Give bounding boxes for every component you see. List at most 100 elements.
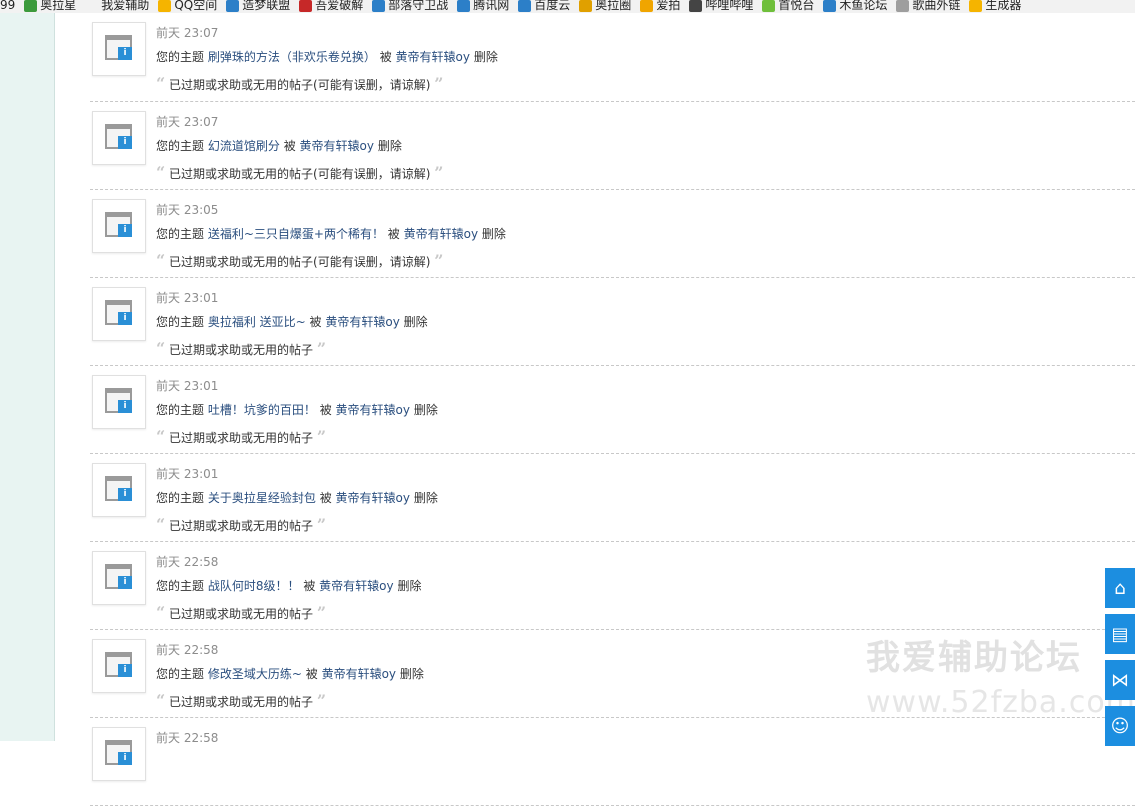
notification-item: i 前天 23:07 您的主题 幻流道馆刷分 被 黄帝有轩辕oy 删除 “ 已过期或求…: [90, 102, 1135, 190]
topic-link[interactable]: 吐槽！坑爹的百田！: [208, 403, 316, 417]
user-link[interactable]: 黄帝有轩辕oy: [300, 139, 374, 153]
watermark-title: 我爱辅助论坛: [866, 638, 1082, 678]
system-notice-avatar: i: [92, 287, 146, 341]
notification-time: 前天 23:05: [156, 203, 219, 217]
star-icon: [158, 0, 172, 12]
m-icon: [823, 0, 837, 12]
topic-link[interactable]: 送福利~三只自爆蛋+两个稀有！: [208, 227, 384, 241]
open-quote-icon: “: [156, 603, 166, 622]
bookmark-item[interactable]: 吾爱破解: [299, 0, 363, 13]
notification-reason: “ 已过期或求助或无用的帖子 ”: [156, 605, 326, 622]
topic-link[interactable]: 关于奥拉星经验封包: [208, 491, 316, 505]
notification-time: 前天 23:01: [156, 379, 219, 393]
notification-item: i 前天 23:01 您的主题 关于奥拉星经验封包 被 黄帝有轩辕oy 删除 “ 已过…: [90, 454, 1135, 542]
action-text: 删除: [399, 667, 424, 681]
left-sidebar: [0, 13, 55, 741]
bookmark-item[interactable]: 首悦台: [762, 0, 814, 13]
bookmark-label: 生成器: [985, 0, 1022, 12]
reason-text: 已过期或求助或无用的帖子: [169, 343, 314, 357]
tv-icon: [689, 0, 703, 12]
notification-text: 您的主题 修改圣域大历练~ 被 黄帝有轩辕oy 删除: [156, 665, 424, 682]
document-button[interactable]: ▤: [1105, 614, 1135, 654]
bookmark-label: 造梦联盟: [242, 0, 291, 12]
reason-text: 已过期或求助或无用的帖子: [169, 607, 314, 621]
bookmark-label: 歌曲外链: [912, 0, 961, 12]
prefix-text: 您的主题: [156, 403, 205, 417]
bookmark-item[interactable]: 爱拍: [640, 0, 680, 13]
notification-time: 前天 23:01: [156, 291, 219, 305]
reason-text: 已过期或求助或无用的帖子(可能有误删，请谅解): [169, 255, 431, 269]
by-text: 被: [309, 315, 322, 329]
bookmark-item[interactable]: 腾讯网: [457, 0, 509, 13]
notification-reason: “ 已过期或求助或无用的帖子(可能有误删，请谅解) ”: [156, 76, 443, 93]
bookmark-item[interactable]: 造梦联盟: [226, 0, 290, 13]
close-quote-icon: ”: [434, 163, 444, 182]
action-text: 删除: [397, 579, 422, 593]
action-text: 删除: [377, 139, 402, 153]
topic-link[interactable]: 刷弹珠的方法（非欢乐卷兑换）: [208, 50, 376, 64]
user-link[interactable]: 黄帝有轩辕oy: [336, 491, 410, 505]
bookmark-item[interactable]: 奥拉星: [24, 0, 76, 13]
reason-text: 已过期或求助或无用的帖子: [169, 519, 314, 533]
bookmark-label: 奥拉星: [40, 0, 77, 12]
system-notice-avatar: i: [92, 22, 146, 76]
window-info-icon: i: [105, 564, 132, 589]
grid-icon: [226, 0, 240, 12]
action-text: 删除: [473, 50, 498, 64]
user-icon: ☺: [1110, 715, 1130, 737]
bookmark-item[interactable]: 百度云: [518, 0, 570, 13]
user-link[interactable]: 黄帝有轩辕oy: [322, 667, 396, 681]
bookmark-item[interactable]: 歌曲外链: [896, 0, 960, 13]
bookmark-label: 木鱼论坛: [839, 0, 888, 12]
notification-reason: “ 已过期或求助或无用的帖子 ”: [156, 693, 326, 710]
close-quote-icon: ”: [316, 603, 327, 622]
open-quote-icon: “: [156, 691, 166, 710]
by-text: 被: [303, 579, 316, 593]
system-notice-avatar: i: [92, 551, 146, 605]
user-button[interactable]: ☺: [1105, 706, 1135, 746]
close-quote-icon: ”: [434, 74, 444, 93]
back-to-top-button[interactable]: ⌂: [1105, 568, 1135, 608]
notification-item: i 前天 23:05 您的主题 送福利~三只自爆蛋+两个稀有！ 被 黄帝有轩辕oy …: [90, 190, 1135, 278]
circle-icon: [372, 0, 386, 12]
by-text: 被: [319, 403, 332, 417]
close-quote-icon: ”: [316, 427, 327, 446]
user-link[interactable]: 黄帝有轩辕oy: [336, 403, 410, 417]
bookmark-item[interactable]: QQ空间: [158, 0, 217, 13]
topic-link[interactable]: 幻流道馆刷分: [208, 139, 280, 153]
notification-time: 前天 23:01: [156, 467, 219, 481]
open-quote-icon: “: [156, 339, 166, 358]
bookmark-item[interactable]: 99: [0, 0, 15, 13]
bookmarks-bar: 99 奥拉星 我爱辅助 QQ空间 造梦联盟 吾爱破解 部落守卫战 腾讯网 百度云 奥拉圈 爱拍 哔哩哔…: [0, 0, 1135, 13]
topic-link[interactable]: 战队何时8级！！: [208, 579, 300, 593]
user-link[interactable]: 黄帝有轩辕oy: [396, 50, 470, 64]
bookmark-item[interactable]: 我爱辅助: [85, 0, 149, 13]
bookmark-label: 腾讯网: [473, 0, 510, 12]
bookmark-item[interactable]: 奥拉圈: [579, 0, 631, 13]
user-link[interactable]: 黄帝有轩辕oy: [319, 579, 393, 593]
share-button[interactable]: ⋈: [1105, 660, 1135, 700]
open-quote-icon: “: [156, 251, 166, 270]
info-icon: i: [118, 488, 132, 501]
bookmark-label: 哔哩哔哩: [705, 0, 754, 12]
user-link[interactable]: 黄帝有轩辕oy: [404, 227, 478, 241]
bookmark-item[interactable]: 部落守卫战: [372, 0, 448, 13]
notification-text: 您的主题 奥拉福利 送亚比~ 被 黄帝有轩辕oy 删除: [156, 313, 428, 330]
user-link[interactable]: 黄帝有轩辕oy: [325, 315, 399, 329]
bookmark-label: 奥拉圈: [595, 0, 632, 12]
open-quote-icon: “: [156, 427, 166, 446]
bookmark-item[interactable]: 木鱼论坛: [823, 0, 887, 13]
square-icon: [640, 0, 654, 12]
bookmark-item[interactable]: 生成器: [969, 0, 1021, 13]
bookmark-label: 爱拍: [656, 0, 681, 12]
topic-link[interactable]: 修改圣域大历练~: [208, 667, 302, 681]
action-text: 删除: [481, 227, 506, 241]
cloud-icon: [518, 0, 532, 12]
system-notice-avatar: i: [92, 727, 146, 781]
prefix-text: 您的主题: [156, 227, 205, 241]
document-icon: ▤: [1111, 623, 1129, 645]
grid-icon: [24, 0, 38, 12]
topic-link[interactable]: 奥拉福利 送亚比~: [208, 315, 306, 329]
bookmark-item[interactable]: 哔哩哔哩: [689, 0, 753, 13]
window-info-icon: i: [105, 740, 132, 765]
